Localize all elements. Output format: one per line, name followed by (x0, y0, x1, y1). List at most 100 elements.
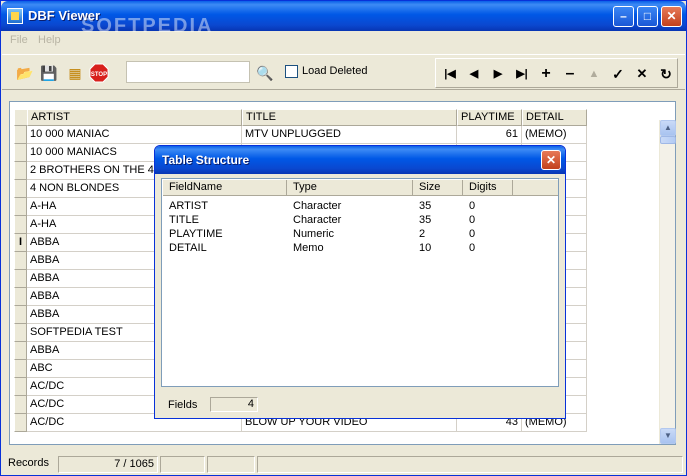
field-name: ARTIST (169, 200, 208, 212)
column-header-artist[interactable]: ARTIST (27, 109, 242, 126)
status-panel-3 (207, 456, 255, 473)
cell-detail[interactable]: (MEMO) (522, 126, 587, 144)
minimize-icon: – (620, 9, 627, 23)
next-record-button[interactable]: ▶ (489, 65, 507, 83)
title-bar[interactable]: DBF Viewer SOFTPEDIA – □ ✕ (1, 1, 686, 37)
edit-icon: ▲ (588, 68, 600, 80)
folder-open-icon: 📂 (16, 65, 34, 81)
field-size: 2 (419, 228, 426, 240)
dialog-title-bar[interactable]: Table Structure ✕ (155, 146, 565, 174)
list-header-size[interactable]: Size (413, 180, 463, 196)
list-header-type[interactable]: Type (287, 180, 413, 196)
row-indicator[interactable] (14, 198, 27, 216)
open-button[interactable]: 📂 (14, 62, 36, 84)
field-digits: 0 (469, 228, 476, 240)
column-header-detail[interactable]: DETAIL (522, 109, 587, 126)
chevron-down-icon: ▼ (664, 431, 672, 440)
field-type: Character (293, 200, 342, 212)
menu-file[interactable]: File (10, 34, 28, 46)
edit-button[interactable]: ▲ (585, 65, 603, 83)
dialog-title: Table Structure (162, 153, 250, 167)
insert-button[interactable]: + (537, 65, 555, 83)
row-indicator[interactable] (14, 270, 27, 288)
row-indicator-header (14, 109, 28, 126)
toolbar: 📂 💾 ▦ STOP 🔍 Load Deleted |◀ ◀ ▶ ▶| + – … (2, 54, 685, 90)
list-header-digits[interactable]: Digits (463, 180, 513, 196)
row-indicator[interactable] (14, 216, 27, 234)
cancel-button[interactable]: ✕ (633, 65, 651, 83)
column-header-playtime[interactable]: PLAYTIME (457, 109, 522, 126)
post-button[interactable]: ✓ (609, 65, 627, 83)
status-bar: Records 7 / 1065 (2, 453, 685, 475)
list-header-fieldname[interactable]: FieldName (163, 180, 287, 196)
prior-record-button[interactable]: ◀ (465, 65, 483, 83)
first-record-button[interactable]: |◀ (441, 65, 459, 83)
refresh-icon: ↻ (660, 66, 672, 82)
chevron-up-icon: ▲ (664, 123, 672, 132)
stop-icon: STOP (89, 63, 109, 83)
row-indicator[interactable] (14, 288, 27, 306)
cancel-icon: ✕ (636, 66, 648, 81)
row-indicator[interactable] (14, 414, 27, 432)
search-input[interactable] (126, 61, 250, 83)
field-size: 35 (419, 214, 432, 226)
scroll-thumb[interactable] (660, 136, 676, 144)
row-indicator[interactable] (14, 126, 27, 144)
grid-vertical-scrollbar[interactable]: ▲ ▼ (659, 120, 676, 444)
row-indicator[interactable] (14, 360, 27, 378)
navigator: |◀ ◀ ▶ ▶| + – ▲ ✓ ✕ ↻ (435, 58, 678, 88)
close-button[interactable]: ✕ (661, 6, 682, 27)
first-record-icon: |◀ (444, 68, 456, 80)
save-icon: 💾 (40, 65, 58, 81)
field-type: Memo (293, 242, 324, 254)
row-indicator[interactable] (14, 378, 27, 396)
next-record-icon: ▶ (493, 68, 503, 80)
save-button[interactable]: 💾 (38, 62, 60, 84)
row-indicator[interactable] (14, 342, 27, 360)
close-icon: ✕ (666, 9, 677, 23)
scroll-up-button[interactable]: ▲ (660, 120, 676, 136)
minimize-button[interactable]: – (613, 6, 634, 27)
fields-count: 4 (210, 397, 258, 412)
cell-playtime[interactable]: 61 (457, 126, 522, 144)
main-window: DBF Viewer SOFTPEDIA – □ ✕ File Help 📂 💾… (0, 0, 687, 476)
scroll-down-button[interactable]: ▼ (660, 428, 676, 444)
row-indicator[interactable]: I (14, 234, 27, 252)
field-list[interactable]: FieldName Type Size Digits ARTIST Charact… (161, 178, 559, 387)
stop-button[interactable]: STOP (88, 62, 110, 84)
structure-button[interactable]: ▦ (64, 62, 86, 84)
row-indicator[interactable] (14, 396, 27, 414)
load-deleted-label: Load Deleted (302, 65, 368, 77)
search-button[interactable]: 🔍 (254, 62, 276, 84)
maximize-button[interactable]: □ (637, 6, 658, 27)
table-structure-dialog: Table Structure ✕ FieldName Type Size Di… (154, 145, 566, 419)
refresh-button[interactable]: ↻ (657, 65, 675, 83)
delete-button[interactable]: – (561, 65, 579, 83)
dialog-close-button[interactable]: ✕ (541, 150, 561, 170)
cell-artist[interactable]: 10 000 MANIAC (27, 126, 242, 144)
field-digits: 0 (469, 242, 476, 254)
row-indicator[interactable] (14, 252, 27, 270)
row-indicator[interactable] (14, 162, 27, 180)
row-indicator[interactable] (14, 324, 27, 342)
field-name: TITLE (169, 214, 199, 226)
table-structure-icon: ▦ (68, 65, 82, 81)
status-record-position: 7 / 1065 (58, 456, 158, 473)
insert-icon: + (541, 65, 551, 82)
row-indicator[interactable] (14, 144, 27, 162)
menu-help[interactable]: Help (38, 34, 61, 46)
field-type: Character (293, 214, 342, 226)
field-size: 35 (419, 200, 432, 212)
status-panel-4 (257, 456, 683, 473)
cell-title[interactable]: MTV UNPLUGGED (242, 126, 457, 144)
field-digits: 0 (469, 200, 476, 212)
search-icon: 🔍 (256, 65, 274, 81)
row-indicator[interactable] (14, 180, 27, 198)
row-indicator[interactable] (14, 306, 27, 324)
fields-label: Fields (168, 399, 198, 411)
load-deleted-checkbox[interactable] (285, 65, 298, 78)
column-header-title[interactable]: TITLE (242, 109, 457, 126)
delete-icon: – (565, 65, 575, 82)
last-record-button[interactable]: ▶| (513, 65, 531, 83)
menu-bar: File Help (2, 31, 685, 51)
